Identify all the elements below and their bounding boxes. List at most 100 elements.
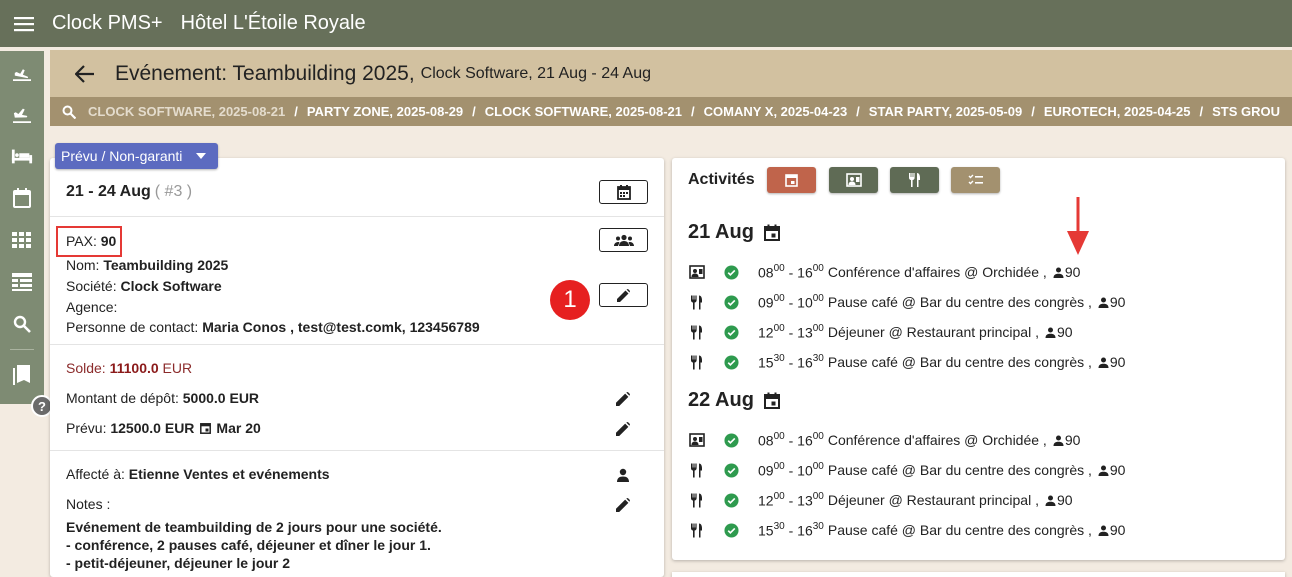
next-card	[672, 572, 1285, 577]
confirmed-check-icon	[724, 324, 740, 340]
activity-pax: 90	[1098, 294, 1125, 310]
edit-event-button[interactable]	[599, 283, 648, 307]
table-icon[interactable]	[0, 261, 44, 303]
breadcrumb-separator: /	[856, 104, 860, 119]
status-dropdown[interactable]: Prévu / Non-garanti	[55, 143, 218, 169]
breadcrumb-item[interactable]: CLOCK SOFTWARE, 2025-08-21	[88, 104, 285, 119]
event-details-card: 21 - 24 Aug( #3 ) PAX: 90 Nom: Teambuild…	[50, 158, 664, 577]
breadcrumb-item[interactable]: EUROTECH, 2025-04-25	[1044, 104, 1191, 119]
pax-row: PAX: 90	[66, 233, 116, 249]
deposit-label: Montant de dépôt:	[66, 390, 179, 406]
meeting-icon	[688, 433, 706, 447]
breadcrumb-separator: /	[1031, 104, 1035, 119]
annotation-arrow-icon	[1067, 197, 1089, 255]
notes-label: Notes :	[66, 496, 111, 512]
date-count: ( #3 )	[154, 183, 193, 200]
guests-button[interactable]	[599, 228, 648, 252]
activity-row[interactable]: 1530 - 1630 Pause café @ Bar du centre d…	[688, 351, 1125, 373]
breadcrumb-item[interactable]: PARTY ZONE, 2025-08-29	[307, 104, 463, 119]
notes-text: Evénement de teambuilding de 2 jours pou…	[66, 519, 442, 571]
breadcrumb-item[interactable]: CLOCK SOFTWARE, 2025-08-21	[485, 104, 682, 119]
breadcrumb-item[interactable]: STS GROU	[1212, 104, 1280, 119]
meeting-filter-button[interactable]	[829, 167, 878, 193]
assigned-value: Etienne Ventes et evénements	[128, 466, 330, 482]
day-label: 21 Aug	[688, 221, 754, 243]
edit-deposit-icon[interactable]	[612, 388, 634, 410]
activity-time: 0900 - 1000	[758, 292, 824, 311]
search-icon[interactable]	[0, 303, 44, 345]
activity-pax: 90	[1098, 354, 1125, 370]
activity-row[interactable]: 0800 - 1600 Conférence d'affaires @ Orch…	[688, 429, 1080, 451]
meeting-icon	[688, 265, 706, 279]
activity-row[interactable]: 1200 - 1300 Déjeuner @ Restaurant princi…	[688, 489, 1073, 511]
deposit-value: 5000.0 EUR	[182, 390, 260, 406]
group-icon	[613, 234, 634, 246]
activity-row[interactable]: 0900 - 1000 Pause café @ Bar du centre d…	[688, 291, 1125, 313]
person-icon	[1098, 525, 1109, 536]
person-icon	[1098, 357, 1109, 368]
breadcrumb-separator: /	[294, 104, 298, 119]
activity-row[interactable]: 1530 - 1630 Pause café @ Bar du centre d…	[688, 519, 1125, 541]
planned-row: Prévu: 12500.0 EUR Mar 20	[66, 420, 261, 436]
chevron-down-icon	[196, 153, 206, 159]
activity-name: Déjeuner @ Restaurant principal ,	[827, 324, 1039, 340]
grid-icon[interactable]	[0, 219, 44, 261]
calendar-icon[interactable]	[0, 177, 44, 219]
person-icon	[1053, 435, 1064, 446]
contact-label: Personne de contact:	[66, 319, 199, 335]
page-subtitle: Clock Software, 21 Aug - 24 Aug	[420, 64, 652, 82]
breadcrumb-item[interactable]: STAR PARTY, 2025-05-09	[869, 104, 1022, 119]
edit-notes-icon[interactable]	[612, 494, 634, 516]
activity-name: Conférence d'affaires @ Orchidée ,	[827, 432, 1047, 448]
activity-pax: 90	[1053, 432, 1080, 448]
pencil-icon	[617, 288, 630, 302]
departures-icon[interactable]	[0, 93, 44, 135]
planned-value: 12500.0 EUR	[110, 420, 195, 436]
confirmed-check-icon	[724, 354, 740, 370]
contact-value: Maria Conos , test@test.comk, 123456789	[202, 319, 480, 335]
restaurant-icon	[908, 173, 920, 187]
calendar-icon	[763, 392, 780, 409]
activity-row[interactable]: 0900 - 1000 Pause café @ Bar du centre d…	[688, 459, 1125, 481]
date-range: 21 - 24 Aug( #3 )	[66, 183, 192, 201]
app-name: Clock PMS+	[52, 12, 163, 34]
balance-value: 11100.0	[109, 360, 159, 376]
calendar-icon	[785, 174, 798, 187]
rooms-icon[interactable]	[0, 135, 44, 177]
hotel-name[interactable]: Hôtel L'Étoile Royale	[181, 12, 366, 35]
activity-time: 0900 - 1000	[758, 460, 824, 479]
search-icon[interactable]	[62, 105, 78, 119]
activity-time: 1200 - 1300	[758, 490, 824, 509]
name-value: Teambuilding 2025	[103, 257, 229, 273]
company-value: Clock Software	[120, 278, 222, 294]
edit-planned-icon[interactable]	[612, 418, 634, 440]
confirmed-check-icon	[724, 522, 740, 538]
calendar-button[interactable]	[599, 180, 648, 204]
back-arrow-icon[interactable]	[70, 59, 100, 89]
arrivals-icon[interactable]	[0, 51, 44, 93]
tasks-filter-button[interactable]	[951, 167, 1000, 193]
restaurant-icon	[688, 463, 706, 478]
payment-section: Solde: 11100.0 EUR Montant de dépôt: 500…	[50, 345, 664, 451]
food-filter-button[interactable]	[890, 167, 939, 193]
company-row: Société: Clock Software	[66, 278, 222, 294]
activity-row[interactable]: 1200 - 1300 Déjeuner @ Restaurant princi…	[688, 321, 1073, 343]
activity-row[interactable]: 0800 - 1600 Conférence d'affaires @ Orch…	[688, 261, 1080, 283]
meeting-icon	[845, 173, 862, 187]
breadcrumb-separator: /	[691, 104, 695, 119]
person-icon	[1045, 495, 1056, 506]
breadcrumb: CLOCK SOFTWARE, 2025-08-21 / PARTY ZONE,…	[50, 97, 1292, 126]
bookmarks-icon[interactable]	[0, 354, 44, 396]
activity-time: 0800 - 1600	[758, 430, 824, 449]
activity-name: Pause café @ Bar du centre des congrès ,	[827, 462, 1092, 478]
assign-user-icon[interactable]	[612, 464, 634, 486]
day-label: 22 Aug	[688, 389, 754, 411]
planned-label: Prévu:	[66, 420, 107, 436]
menu-icon[interactable]	[0, 0, 47, 47]
activities-title: Activités	[688, 171, 755, 188]
name-label: Nom:	[66, 257, 100, 273]
calendar-filter-button[interactable]	[767, 167, 816, 193]
breadcrumb-item[interactable]: COMANY X, 2025-04-23	[704, 104, 848, 119]
day-header: 21 Aug	[688, 221, 780, 244]
balance-row: Solde: 11100.0 EUR	[66, 360, 192, 376]
